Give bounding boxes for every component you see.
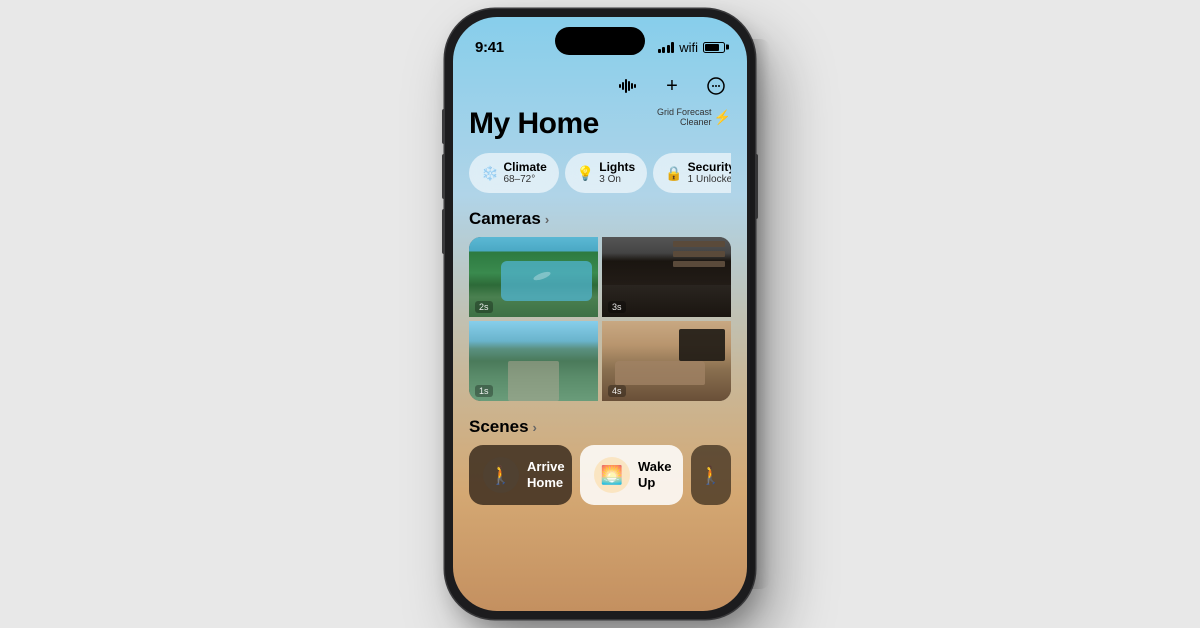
more-icon[interactable] xyxy=(701,71,731,101)
waveform-icon[interactable] xyxy=(613,71,643,101)
camera-cell-2[interactable]: 3s xyxy=(602,237,731,317)
camera-cell-3[interactable]: 1s xyxy=(469,321,598,401)
climate-pill[interactable]: ❄️ Climate 68–72° xyxy=(469,153,559,193)
status-icons: wifi xyxy=(658,40,725,55)
cam2-shelves xyxy=(673,241,725,305)
security-text: Security 1 Unlocked xyxy=(688,160,731,186)
camera-grid: 2s 3s xyxy=(469,237,731,401)
wake-up-icon: 🌅 xyxy=(601,465,623,486)
camera-cell-4[interactable]: 4s xyxy=(602,321,731,401)
phone-frame: 9:41 wifi xyxy=(445,9,755,619)
grid-forecast-label: Grid Forecast xyxy=(657,107,712,117)
cam4-sofa xyxy=(615,361,705,385)
cameras-chevron: › xyxy=(545,212,549,227)
status-bar: 9:41 wifi xyxy=(453,17,747,65)
grid-forecast: Grid Forecast Cleaner ⚡ xyxy=(657,107,731,127)
phone-shadow xyxy=(750,39,770,589)
cameras-section-header[interactable]: Cameras › xyxy=(469,209,731,229)
cam3-path xyxy=(508,361,560,401)
wake-up-title: Wake Up xyxy=(638,459,671,493)
vol-down-button xyxy=(442,209,445,254)
scenes-section: Scenes › 🚶 ArriveHome xyxy=(469,417,731,505)
signal-bars xyxy=(658,41,675,53)
scenes-section-header[interactable]: Scenes › xyxy=(469,417,731,437)
signal-bar-4 xyxy=(671,42,674,53)
scenes-partial-card[interactable]: 🚶 xyxy=(691,445,731,505)
security-pill[interactable]: 🔒 Security 1 Unlocked xyxy=(653,153,731,193)
category-pills: ❄️ Climate 68–72° 💡 Lights 3 On xyxy=(469,153,731,193)
cam4-timestamp: 4s xyxy=(608,385,626,397)
climate-text: Climate 68–72° xyxy=(503,160,546,186)
power-button xyxy=(755,154,758,219)
cam2-shelf-2 xyxy=(673,251,725,257)
cameras-label: Cameras xyxy=(469,209,541,229)
climate-title: Climate xyxy=(503,160,546,174)
battery-fill xyxy=(705,44,719,51)
cam1-shimmer xyxy=(532,270,551,282)
lights-icon: 💡 xyxy=(577,165,594,182)
scene-cards: 🚶 ArriveHome 🌅 Wake U xyxy=(469,445,731,505)
climate-icon: ❄️ xyxy=(481,165,498,182)
dynamic-island xyxy=(555,27,645,55)
add-icon[interactable]: + xyxy=(657,71,687,101)
wake-up-text: Wake Up xyxy=(638,459,671,493)
scenes-chevron: › xyxy=(533,420,537,435)
signal-bar-3 xyxy=(667,45,670,53)
vol-up-button xyxy=(442,154,445,199)
camera-cell-1[interactable]: 2s xyxy=(469,237,598,317)
grid-forecast-sublabel: Cleaner xyxy=(657,117,712,127)
home-title: My Home xyxy=(469,107,599,141)
climate-subtitle: 68–72° xyxy=(503,174,546,186)
page-wrapper: 9:41 wifi xyxy=(0,0,1200,628)
home-title-row: My Home Grid Forecast Cleaner ⚡ xyxy=(469,107,731,141)
nav-bar: + xyxy=(453,65,747,107)
wake-up-card[interactable]: 🌅 Wake Up xyxy=(580,445,683,505)
arrive-home-card[interactable]: 🚶 ArriveHome xyxy=(469,445,572,505)
cam3-timestamp: 1s xyxy=(475,385,493,397)
security-icon: 🔒 xyxy=(665,165,682,182)
cam2-shelf-1 xyxy=(673,241,725,247)
cam4-tv xyxy=(679,329,724,361)
signal-bar-2 xyxy=(662,47,665,53)
signal-bar-1 xyxy=(658,49,661,53)
scenes-label: Scenes xyxy=(469,417,529,437)
status-time: 9:41 xyxy=(475,39,504,56)
cam1-timestamp: 2s xyxy=(475,301,493,313)
scenes-partial-icon: 🚶 xyxy=(700,465,722,486)
cam2-timestamp: 3s xyxy=(608,301,626,313)
lightning-icon: ⚡ xyxy=(714,109,731,126)
arrive-home-icon-circle: 🚶 xyxy=(483,457,519,493)
lights-pill[interactable]: 💡 Lights 3 On xyxy=(565,153,647,193)
arrive-home-title: ArriveHome xyxy=(527,459,565,493)
phone-screen: 9:41 wifi xyxy=(453,17,747,611)
wake-up-icon-circle: 🌅 xyxy=(594,457,630,493)
security-title: Security xyxy=(688,160,731,174)
cam2-shelf-3 xyxy=(673,261,725,267)
main-content: My Home Grid Forecast Cleaner ⚡ xyxy=(453,107,747,505)
arrive-home-icon: 🚶 xyxy=(490,465,512,486)
wifi-icon: wifi xyxy=(679,40,698,55)
cam1-pool xyxy=(501,261,591,301)
lights-text: Lights 3 On xyxy=(599,160,635,186)
lights-title: Lights xyxy=(599,160,635,174)
battery-icon xyxy=(703,42,725,53)
arrive-home-text: ArriveHome xyxy=(527,459,565,493)
security-subtitle: 1 Unlocked xyxy=(688,174,731,186)
lights-subtitle: 3 On xyxy=(599,174,635,186)
